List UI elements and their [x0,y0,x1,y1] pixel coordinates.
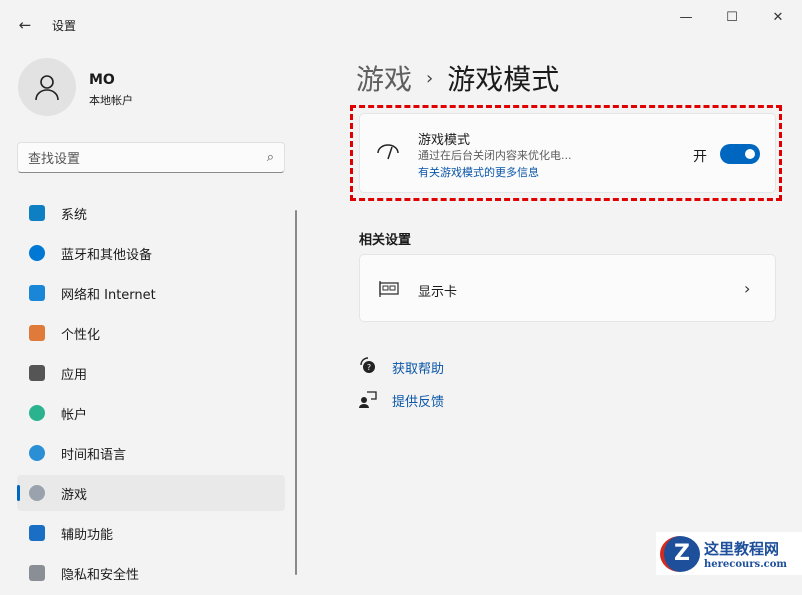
sidebar-item-label: 个性化 [61,327,101,343]
sidebar-item-label: 时间和语言 [61,447,127,463]
sidebar-item-5[interactable]: 帐户 [17,395,285,431]
game-mode-icon [377,144,399,160]
search-input[interactable]: 查找设置 ⌕ [17,142,285,173]
scrollbar[interactable] [295,210,297,575]
nav-icon [29,485,45,501]
avatar[interactable] [18,58,76,116]
get-help-link[interactable]: 获取帮助 [392,358,444,377]
back-button[interactable]: ← [14,14,36,36]
user-icon [35,75,59,101]
watermark-url: herecours.com [704,558,788,570]
sidebar-item-6[interactable]: 时间和语言 [17,435,285,471]
app-title: 设置 [52,19,77,33]
toggle-state-label: 开 [693,149,707,165]
nav-icon [29,285,45,301]
sidebar-item-3[interactable]: 个性化 [17,315,285,351]
related-settings-heading: 相关设置 [359,233,412,248]
game-mode-title: 游戏模式 [418,133,471,148]
game-mode-info-link[interactable]: 有关游戏模式的更多信息 [418,164,539,180]
game-mode-toggle[interactable] [720,144,760,164]
nav-icon [29,405,45,421]
sidebar-item-8[interactable]: 辅助功能 [17,515,285,551]
sidebar-item-label: 游戏 [61,487,88,503]
sidebar-item-label: 蓝牙和其他设备 [61,247,153,263]
account-type: 本地帐户 [89,94,133,107]
watermark-logo: Z 这里教程网 herecours.com [656,532,802,575]
feedback-icon [359,391,377,408]
breadcrumb-separator: › [426,67,434,89]
sidebar-item-4[interactable]: 应用 [17,355,285,391]
sidebar-nav: 系统蓝牙和其他设备 网络和 Internet 个性化应用帐户时间和语言游戏辅助功能隐… [17,195,285,595]
chevron-right-icon: › [744,279,751,298]
sidebar-item-label: 网络和 Internet [61,287,156,303]
sidebar-item-label: 系统 [61,207,88,223]
watermark-name: 这里教程网 [704,539,780,558]
svg-text:?: ? [367,363,371,372]
close-button[interactable]: ✕ [758,8,798,28]
nav-icon [29,245,45,261]
graphics-card-label: 显示卡 [418,285,458,300]
sidebar-item-label: 应用 [61,367,88,383]
nav-icon [29,205,45,221]
sidebar-item-label: 隐私和安全性 [61,567,140,583]
minimize-button[interactable]: — [666,8,706,28]
sidebar-item-label: 辅助功能 [61,527,114,543]
help-icon: ? [360,357,375,373]
sidebar-item-7[interactable]: 游戏 [17,475,285,511]
graphics-card-icon [379,281,399,297]
breadcrumb-parent[interactable]: 游戏 [356,58,412,98]
watermark-emblem: Z [660,535,700,572]
search-placeholder: 查找设置 [28,152,81,167]
sidebar-item-2[interactable]: 网络和 Internet [17,275,285,311]
user-name: MO [89,72,115,88]
game-mode-description: 通过在后台关闭内容来优化电... [418,149,572,162]
sidebar-item-label: 帐户 [61,407,88,423]
nav-icon [29,445,45,461]
nav-icon [29,325,45,341]
nav-icon [29,365,45,381]
sidebar-item-9[interactable]: 隐私和安全性 [17,555,285,591]
nav-icon [29,525,45,541]
search-icon: ⌕ [266,150,274,165]
page-title: 游戏模式 [447,63,560,96]
maximize-button[interactable]: ☐ [712,8,752,28]
breadcrumb: 游戏 › 游戏模式 [356,58,559,98]
sidebar-item-0[interactable]: 系统 [17,195,285,231]
feedback-link[interactable]: 提供反馈 [392,391,444,410]
nav-icon [29,565,45,581]
sidebar-item-1[interactable]: 蓝牙和其他设备 [17,235,285,271]
